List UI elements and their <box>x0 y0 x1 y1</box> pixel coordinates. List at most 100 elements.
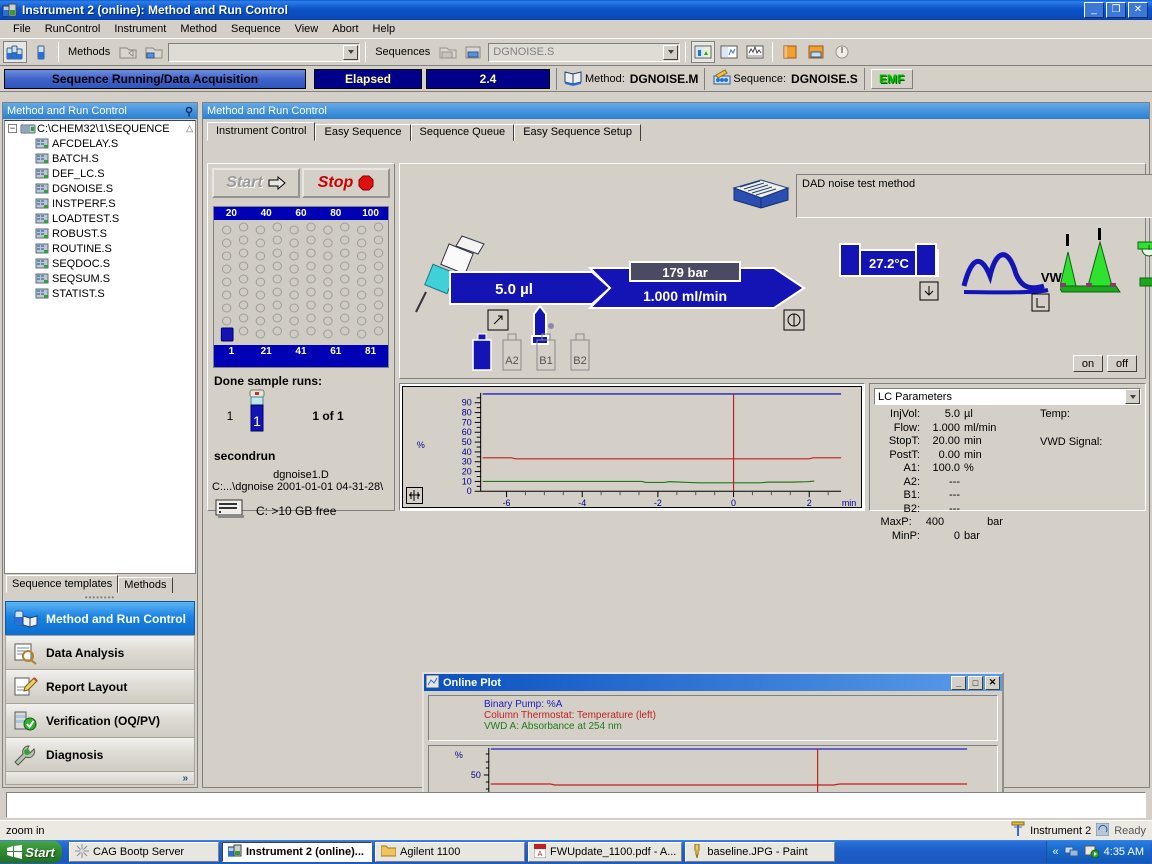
tree-item-def-lc[interactable]: DEF_LC.S <box>5 166 195 181</box>
signal-plot-canvas[interactable]: 0 10 20 30 40 50 60 70 80 90 -6 -4 -2 0 … <box>402 386 862 508</box>
tab-easy-sequence-setup[interactable]: Easy Sequence Setup <box>514 124 642 141</box>
vials-multi-icon[interactable] <box>3 41 27 63</box>
open-method-icon[interactable] <box>116 41 140 63</box>
online-plot-maximize-button[interactable]: □ <box>968 675 983 690</box>
svg-text:A: A <box>538 851 543 858</box>
emf-indicator[interactable]: EMF <box>870 68 913 89</box>
data-analysis-view-icon[interactable] <box>717 41 741 63</box>
taskbar-item-instrument-2[interactable]: Instrument 2 (online)... <box>222 842 372 862</box>
start-button[interactable]: Start <box>212 168 300 198</box>
sidebar-item-diagnosis[interactable]: Diagnosis <box>5 737 195 772</box>
taskbar-item-agilent-1100[interactable]: Agilent 1100 <box>375 842 525 862</box>
tab-easy-sequence[interactable]: Easy Sequence <box>315 124 411 141</box>
instrument-status-icon[interactable] <box>830 41 854 63</box>
tree-item-seqsum[interactable]: SEQSUM.S <box>5 271 195 286</box>
sample-tray[interactable]: 20 40 60 80 100 1 21 41 61 81 <box>213 206 389 368</box>
plot-autoscale-button[interactable] <box>406 487 423 504</box>
tree-item-statist[interactable]: STATIST.S <box>5 286 195 301</box>
online-plot-title: Online Plot <box>443 676 502 689</box>
folder-icon <box>380 844 397 860</box>
data-file-name: dgnoise1.D <box>273 469 329 481</box>
column-thermostat-icon[interactable]: 27.2°C <box>836 240 946 313</box>
menu-item-method[interactable]: Method <box>173 22 224 36</box>
svg-text:80: 80 <box>462 408 472 418</box>
open-sequence-icon[interactable] <box>436 41 460 63</box>
start-button-taskbar[interactable]: Start <box>0 841 62 863</box>
tree-item-instperf[interactable]: INSTPERF.S <box>5 196 195 211</box>
svg-text:0: 0 <box>467 486 472 496</box>
sequence-template-tree[interactable]: △ − C:\CHEM32\1\SEQUENCE AFCDELAY.S BATC… <box>4 120 196 574</box>
instrument-on-button[interactable]: on <box>1073 355 1103 372</box>
sequences-combobox-value: DGNOISE.S <box>493 46 555 58</box>
menu-item-sequence[interactable]: Sequence <box>224 22 288 36</box>
orange-sequence-icon[interactable] <box>804 41 828 63</box>
tree-root-label: C:\CHEM32\1\SEQUENCE <box>37 122 170 135</box>
tab-sequence-queue[interactable]: Sequence Queue <box>410 124 515 141</box>
instrument-off-button[interactable]: off <box>1107 355 1137 372</box>
taskbar-item-baseline-paint[interactable]: baseline.JPG - Paint <box>685 842 836 862</box>
tree-item-batch[interactable]: BATCH.S <box>5 151 195 166</box>
solvent-bottles-group[interactable]: A1 A2 B1 B2 <box>470 324 610 379</box>
report-view-icon[interactable] <box>743 41 767 63</box>
menu-item-runcontrol[interactable]: RunControl <box>38 22 108 36</box>
tree-item-loadtest[interactable]: LOADTEST.S <box>5 211 195 226</box>
nav-splitter-grip[interactable]: •••••••• <box>5 593 195 602</box>
minimize-button[interactable]: _ <box>1084 2 1104 18</box>
taskbar-item-cag-bootp-server[interactable]: CAG Bootp Server <box>69 842 219 862</box>
sidebar-item-report-layout[interactable]: Report Layout <box>5 669 195 704</box>
menu-item-abort[interactable]: Abort <box>325 22 365 36</box>
chevron-down-icon-2[interactable] <box>663 44 679 60</box>
tab-sequence-templates[interactable]: Sequence templates <box>6 575 119 593</box>
tray-media-icon[interactable] <box>1084 844 1100 861</box>
close-button[interactable]: ✕ <box>1128 2 1148 18</box>
tray-network-icon[interactable] <box>1064 844 1079 861</box>
sidebar-item-label: Data Analysis <box>46 645 125 660</box>
methods-combobox[interactable] <box>168 42 361 62</box>
tree-root-node[interactable]: − C:\CHEM32\1\SEQUENCE <box>5 121 195 136</box>
sequences-combobox[interactable]: DGNOISE.S <box>488 42 681 62</box>
method-run-control-view-icon[interactable] <box>691 41 716 63</box>
tray-clock[interactable]: 4:35 AM <box>1104 846 1144 858</box>
tab-methods[interactable]: Methods <box>118 577 173 593</box>
stop-button[interactable]: Stop <box>302 168 390 198</box>
status-instrument-name: Instrument 2 <box>1030 824 1092 837</box>
tree-item-afcdelay[interactable]: AFCDELAY.S <box>5 136 195 151</box>
menu-item-instrument[interactable]: Instrument <box>107 22 173 36</box>
save-method-icon[interactable] <box>142 41 166 63</box>
chevron-down-icon-3[interactable] <box>1125 389 1140 404</box>
nav-more-button[interactable]: » <box>5 771 195 785</box>
taskbar-item-fwupdate-pdf[interactable]: A FWUpdate_1100.pdf - A... <box>528 842 683 862</box>
tree-item-dgnoise[interactable]: DGNOISE.S <box>5 181 195 196</box>
save-sequence-icon[interactable] <box>462 41 486 63</box>
sidebar-item-verification-oq-pv[interactable]: Verification (OQ/PV) <box>5 703 195 738</box>
method-book-large-icon[interactable] <box>730 170 792 221</box>
lc-parameters-selector[interactable]: LC Parameters <box>874 388 1141 405</box>
tray-expand-chevron-icon[interactable]: « <box>1053 846 1059 858</box>
menu-item-view[interactable]: View <box>288 22 326 36</box>
tree-item-seqdoc[interactable]: SEQDOC.S <box>5 256 195 271</box>
pin-icon[interactable]: ⚲ <box>185 105 193 118</box>
sidebar-item-label: Verification (OQ/PV) <box>46 713 161 728</box>
workspace: Method and Run Control ⚲ △ − C:\CHEM32\1… <box>0 100 1152 856</box>
tree-expander-icon[interactable]: − <box>8 124 17 133</box>
online-plot-close-button[interactable]: ✕ <box>985 675 1000 690</box>
run-control-column: Start Stop 20 40 60 80 100 1 21 41 61 81… <box>207 163 395 518</box>
maximize-restore-button[interactable]: ❐ <box>1106 2 1126 18</box>
single-vial-icon[interactable] <box>29 41 53 63</box>
data-processing-icons-group[interactable]: GLP <box>1057 226 1152 309</box>
tray-bottom-scale: 1 21 41 61 81 <box>214 345 388 358</box>
menu-item-file[interactable]: File <box>6 22 38 36</box>
lc-key: A1: <box>903 462 920 474</box>
signal-plot-panel[interactable]: 0 10 20 30 40 50 60 70 80 90 -6 -4 -2 0 … <box>399 383 865 511</box>
tray-well-field[interactable] <box>214 220 388 345</box>
sidebar-item-method-and-run-control[interactable]: Method and Run Control <box>5 601 195 636</box>
tree-item-robust[interactable]: ROBUST.S <box>5 226 195 241</box>
sidebar-item-data-analysis[interactable]: Data Analysis <box>5 635 195 670</box>
menu-item-help[interactable]: Help <box>366 22 403 36</box>
chevron-down-icon[interactable] <box>343 44 359 60</box>
online-plot-minimize-button[interactable]: _ <box>951 675 966 690</box>
tree-item-routine[interactable]: ROUTINE.S <box>5 241 195 256</box>
orange-book-icon[interactable] <box>778 41 802 63</box>
tab-instrument-control[interactable]: Instrument Control <box>207 122 316 141</box>
svg-text:5.0 µl: 5.0 µl <box>495 281 533 298</box>
